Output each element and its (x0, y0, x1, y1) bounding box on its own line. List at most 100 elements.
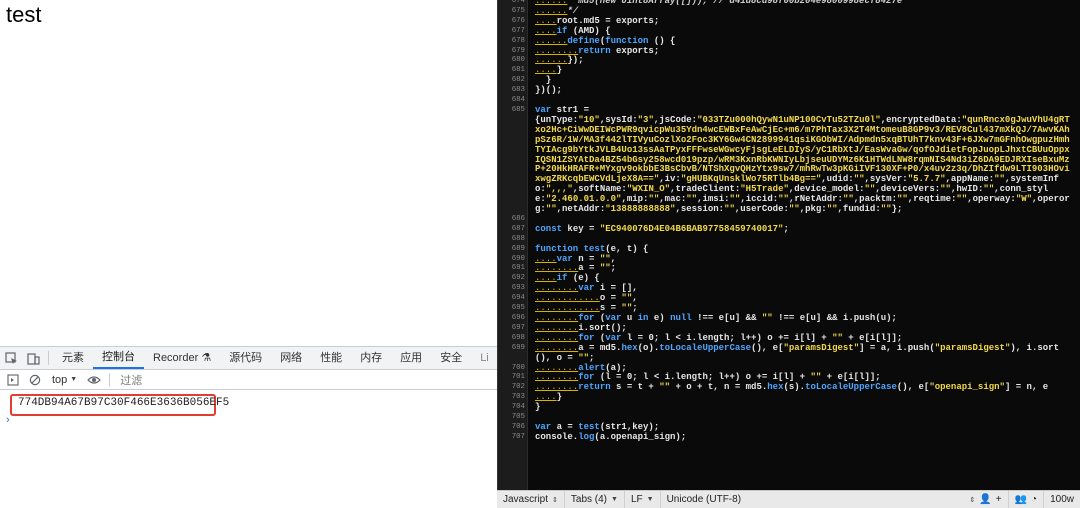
toolbar-separator (109, 372, 111, 387)
line-number: 683 (511, 86, 525, 95)
chevron-down-icon: ▼ (646, 496, 654, 503)
code-line[interactable]: 699 ........a = md5.hex(o).toLocaleUpperC… (498, 342, 1080, 364)
tab-size-selector[interactable]: Tabs (4) ▼ (565, 491, 625, 508)
line-number: 684 (511, 96, 525, 105)
code-line[interactable]: 687 const key = "EC940076D4E04B6BAB977584… (498, 223, 1080, 235)
line-ending-label: LF (630, 494, 643, 505)
line-code: var str1 = {unType:"10",sysId:"3",jsCode… (535, 104, 1070, 215)
clear-console-icon[interactable] (24, 369, 46, 391)
code-line[interactable]: 674 ......* md5(new Uint8Array([])); // d… (498, 0, 1080, 7)
line-number: 695 (511, 304, 525, 313)
code-line[interactable]: 702 ........return s = t + "" + o + t, n … (498, 382, 1080, 393)
code-line[interactable]: 681....} (498, 65, 1080, 76)
tab-application[interactable]: 应用 (391, 347, 431, 369)
line-number: 694 (511, 294, 525, 303)
line-number: 704 (511, 403, 525, 412)
toolbar-icons[interactable]: 👥 ◔ (1009, 491, 1045, 508)
symbol-selector[interactable]: ⇕ 👤 + (963, 491, 1009, 508)
line-number: 678 (511, 36, 525, 45)
code-editor[interactable]: 674 ......* md5(new Uint8Array([])); // d… (497, 0, 1080, 490)
line-code: const key = "EC940076D4E04B6BAB977584597… (535, 223, 789, 234)
line-ending-selector[interactable]: LF ▼ (625, 491, 661, 508)
sidebar-toggle-icon[interactable] (2, 369, 24, 391)
editor-status-bar: Javascript ⇕ Tabs (4) ▼ LF ▼ Unicode (UTF-8… (497, 490, 1080, 508)
person-icon: 👤 (979, 494, 992, 505)
line-number: 706 (511, 422, 525, 431)
line-number: 687 (511, 224, 525, 233)
line-number: 685 (511, 105, 525, 114)
line-number: 676 (511, 16, 525, 25)
plus-icon: + (995, 494, 1002, 505)
language-selector[interactable]: Javascript ⇕ (497, 491, 565, 508)
tab-elements[interactable]: 元素 (53, 347, 93, 369)
tab-recorder-label: Recorder (153, 352, 199, 364)
line-number: 701 (511, 373, 525, 382)
line-number: 675 (511, 6, 525, 15)
console-toolbar: top ▼ 过滤 (0, 370, 497, 390)
inspect-element-icon[interactable] (0, 347, 22, 369)
context-selector[interactable]: top ▼ (46, 374, 83, 386)
line-number: 699 (511, 343, 525, 352)
code-line[interactable]: 683 })(); (498, 85, 1080, 96)
tab-size-label: Tabs (4) (570, 494, 608, 505)
tab-recorder[interactable]: Recorder ⚗ (144, 347, 220, 369)
encoding-selector[interactable]: Unicode (UTF-8) (661, 491, 747, 508)
devtools-tab-bar: 元素 控制台 Recorder ⚗ 源代码 网络 性能 内存 应用 安全 Li (0, 346, 497, 370)
line-number: 674 (511, 0, 525, 5)
tab-network[interactable]: 网络 (271, 347, 311, 369)
line-number: 688 (511, 234, 525, 243)
line-code: ........return s = t + "" + o + t, n = m… (535, 382, 1049, 393)
filter-input[interactable]: 过滤 (114, 372, 142, 388)
chevron-down-icon: ▼ (70, 376, 78, 383)
line-number: 698 (511, 333, 525, 342)
tab-performance[interactable]: 性能 (311, 347, 351, 369)
line-number: 707 (511, 432, 525, 441)
code-line[interactable]: 704} (498, 402, 1080, 413)
tab-memory[interactable]: 内存 (351, 347, 391, 369)
updown-icon: ⇕ (552, 496, 558, 504)
devtools-panel: 元素 控制台 Recorder ⚗ 源代码 网络 性能 内存 应用 安全 Li … (0, 346, 497, 508)
code-line[interactable]: 685 var str1 = {unType:"10",sysId:"3",jsC… (498, 104, 1080, 215)
code-line[interactable]: 682 } (498, 75, 1080, 86)
page-title: test (6, 2, 42, 27)
device-toolbar-icon[interactable] (22, 347, 44, 369)
line-code: })(); (535, 85, 563, 96)
updown-icon: ⇕ (969, 496, 976, 504)
line-code: ....} (535, 392, 563, 403)
code-line[interactable]: 680......}); (498, 55, 1080, 66)
line-number: 680 (511, 56, 525, 65)
line-code: ........a = md5.hex(o).toLocaleUpperCase… (535, 342, 1059, 363)
console-log-message: 774DB94A67B97C30F466E3636B056EF5 (18, 397, 230, 409)
code-line[interactable]: 703....} (498, 392, 1080, 403)
context-selector-value: top (52, 373, 68, 386)
line-number: 690 (511, 254, 525, 263)
encoding-label: Unicode (UTF-8) (666, 494, 742, 505)
line-number: 697 (511, 323, 525, 332)
console-prompt[interactable]: › (6, 414, 10, 426)
line-code: ......* md5(new Uint8Array([])); // d41d… (535, 0, 903, 6)
people-icon: 👥 (1014, 494, 1028, 505)
line-number: 692 (511, 274, 525, 283)
tab-console[interactable]: 控制台 (93, 347, 144, 369)
line-number: 681 (511, 66, 525, 75)
flask-icon: ⚗ (201, 352, 212, 364)
code-line[interactable]: 679 ........return exports; (498, 46, 1080, 57)
tab-lighthouse[interactable]: Li (471, 347, 497, 369)
line-number: 677 (511, 26, 525, 35)
zoom-level[interactable]: 100w (1044, 491, 1080, 508)
code-line[interactable]: 707 console.log(a.openapi_sign); (498, 431, 1080, 443)
line-number: 689 (511, 244, 525, 253)
tab-separator (48, 351, 49, 365)
eye-icon[interactable] (83, 369, 105, 391)
line-code: console.log(a.openapi_sign); (535, 431, 687, 442)
line-number: 705 (511, 413, 525, 422)
line-number: 703 (511, 393, 525, 402)
activity-icon: ◔ (1031, 494, 1038, 505)
line-number: 702 (511, 383, 525, 392)
tab-sources[interactable]: 源代码 (220, 347, 271, 369)
tab-security[interactable]: 安全 (431, 347, 471, 369)
line-number: 686 (511, 214, 525, 223)
line-number: 682 (511, 76, 525, 85)
chevron-down-icon: ▼ (611, 496, 618, 503)
language-label: Javascript (503, 494, 549, 505)
